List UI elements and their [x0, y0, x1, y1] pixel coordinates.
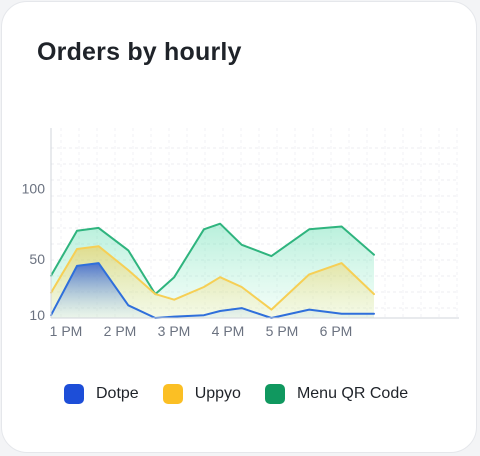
- x-tick-label: 1 PM: [50, 323, 83, 339]
- legend: Dotpe Uppyo Menu QR Code: [64, 384, 432, 404]
- x-tick-label: 5 PM: [266, 323, 299, 339]
- legend-item-menu-qr-code[interactable]: Menu QR Code: [264, 384, 409, 404]
- legend-item-dotpe[interactable]: Dotpe: [64, 384, 139, 404]
- legend-item-uppyo[interactable]: Uppyo: [162, 384, 241, 404]
- legend-label-uppyo: Uppyo: [194, 385, 241, 402]
- legend-swatch-dotpe: [64, 384, 84, 404]
- x-tick-label: 2 PM: [104, 323, 137, 339]
- legend-label-menu-qr-code: Menu QR Code: [296, 385, 409, 402]
- y-tick-label: 50: [29, 251, 45, 267]
- x-tick-label: 6 PM: [320, 323, 353, 339]
- x-tick-label: 3 PM: [158, 323, 191, 339]
- legend-swatch-menu-qr-code: [264, 384, 285, 404]
- legend-label-dotpe: Dotpe: [96, 385, 139, 402]
- x-tick-label: 4 PM: [212, 323, 245, 339]
- y-tick-label: 100: [22, 181, 46, 197]
- series-areas: [51, 223, 374, 318]
- legend-swatch-uppyo: [162, 384, 183, 404]
- y-tick-label: 10: [29, 307, 45, 323]
